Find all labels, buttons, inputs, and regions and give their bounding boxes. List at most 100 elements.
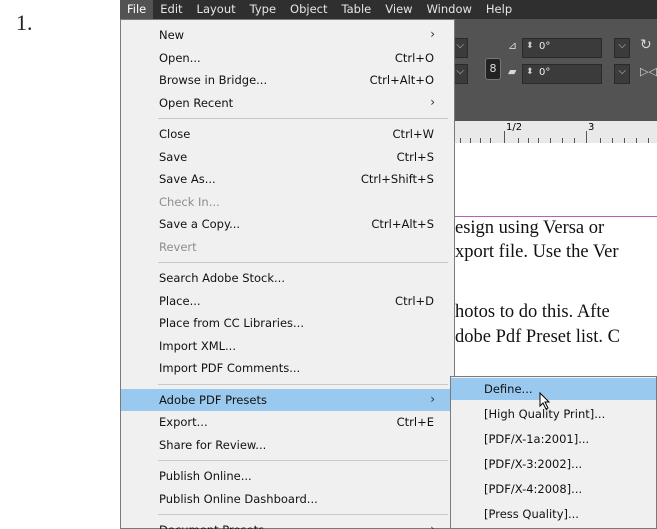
menu-item-open-recent[interactable]: Open Recent ›: [121, 92, 454, 114]
submenu-item-press-quality[interactable]: [Press Quality]...: [451, 503, 656, 525]
submenu-item-pdf-x-3-2002[interactable]: [PDF/X-3:2002]...: [451, 453, 656, 475]
menu-item-label: Export...: [159, 415, 208, 429]
chevron-down-icon: ⌵: [456, 40, 464, 51]
menu-separator: [158, 262, 448, 263]
menu-item-export[interactable]: Export... Ctrl+E: [121, 411, 454, 433]
menu-separator: [158, 118, 448, 119]
menubar-item-layout[interactable]: Layout: [190, 0, 243, 19]
menu-item-close[interactable]: Close Ctrl+W: [121, 123, 454, 145]
menubar-item-table[interactable]: Table: [335, 0, 379, 19]
menu-item-shortcut: Ctrl+E: [396, 415, 434, 429]
menubar-item-file[interactable]: File: [120, 0, 154, 19]
chevron-down-icon: ⌵: [456, 66, 464, 77]
submenu-item-pdf-x-1a-2001[interactable]: [PDF/X-1a:2001]...: [451, 428, 656, 450]
submenu-item-high-quality-print[interactable]: [High Quality Print]...: [451, 403, 656, 425]
menu-item-label: Revert: [159, 239, 197, 254]
horizontal-ruler: 1/2 3: [450, 121, 657, 144]
dropdown-control[interactable]: ⌵: [614, 38, 630, 58]
shear-angle-field[interactable]: ⬍ 0°: [522, 38, 602, 58]
menu-item-place[interactable]: Place... Ctrl+D: [121, 290, 454, 312]
menu-item-check-in: Check In...: [121, 191, 454, 213]
menu-item-label: Check In...: [159, 194, 220, 209]
document-text-line: hotos to do this. Afte: [455, 302, 610, 322]
file-menu: New › Open... Ctrl+O Browse in Bridge... Ctrl…: [120, 19, 455, 529]
menu-bar: File Edit Layout Type Object Table View Window H…: [120, 0, 657, 19]
submenu-item-define[interactable]: Define...: [451, 378, 656, 410]
submenu-item-label: Define...: [484, 382, 533, 396]
menu-item-save[interactable]: Save Ctrl+S: [121, 146, 454, 168]
chevron-down-icon: ⌵: [618, 40, 626, 51]
margin-guide: [450, 216, 657, 217]
menu-item-label: Share for Review...: [159, 437, 267, 452]
menu-item-label: New: [159, 28, 185, 42]
stepper-icon: ⬍: [526, 41, 534, 51]
ruler-label: 1/2: [506, 122, 523, 133]
submenu-arrow-icon: ›: [430, 522, 435, 529]
submenu-item-pdf-x-4-2008[interactable]: [PDF/X-4:2008]...: [451, 478, 656, 500]
submenu-item-label: [High Quality Print]...: [484, 407, 606, 421]
menubar-item-object[interactable]: Object: [283, 0, 334, 19]
menu-item-new[interactable]: New ›: [121, 24, 454, 46]
submenu-arrow-icon: ›: [430, 391, 435, 406]
ruler-label: 3: [588, 122, 595, 133]
rotation-angle-value: 0°: [539, 67, 551, 78]
menu-item-label: Open...: [159, 50, 201, 65]
flip-icon[interactable]: ▷◁: [640, 65, 657, 78]
rotate-icon[interactable]: ↻: [640, 37, 652, 53]
menu-item-label: Close: [159, 127, 191, 141]
menu-item-shortcut: Ctrl+Alt+O: [369, 73, 434, 87]
menu-item-shortcut: Ctrl+W: [392, 127, 434, 141]
menu-item-label: Publish Online Dashboard...: [159, 491, 318, 506]
menu-item-label: Save a Copy...: [159, 217, 241, 231]
menu-item-label: Save: [159, 149, 188, 164]
menu-item-label: Import PDF Comments...: [159, 361, 301, 375]
submenu-item-label: [PDF/X-3:2002]...: [484, 457, 583, 471]
menubar-item-window[interactable]: Window: [420, 0, 479, 19]
menu-item-label: Publish Online...: [159, 469, 252, 483]
menu-item-import-pdf-comments[interactable]: Import PDF Comments...: [121, 357, 454, 379]
menubar-item-help[interactable]: Help: [479, 0, 519, 19]
indesign-screenshot: File Edit Layout Type Object Table View Window H…: [120, 0, 657, 529]
menu-separator: [158, 460, 448, 461]
menu-item-document-presets[interactable]: Document Presets ›: [121, 519, 454, 529]
submenu-arrow-icon: ›: [430, 94, 435, 109]
menu-item-search-adobe-stock[interactable]: Search Adobe Stock...: [121, 267, 454, 289]
rotate-angle-icon: ▰: [508, 65, 517, 78]
rotation-angle-field[interactable]: ⬍ 0°: [522, 64, 602, 84]
menu-item-browse-in-bridge[interactable]: Browse in Bridge... Ctrl+Alt+O: [121, 69, 454, 91]
menubar-item-type[interactable]: Type: [243, 0, 283, 19]
menu-item-share-for-review[interactable]: Share for Review...: [121, 434, 454, 456]
menu-item-shortcut: Ctrl+O: [394, 50, 434, 65]
document-text-line: dobe Pdf Preset list. C: [455, 327, 620, 347]
menu-item-adobe-pdf-presets[interactable]: Adobe PDF Presets ›: [121, 388, 454, 411]
menu-item-publish-online-dashboard[interactable]: Publish Online Dashboard...: [121, 488, 454, 510]
submenu-item-label: [PDF/X-1a:2001]...: [484, 432, 590, 446]
menu-item-shortcut: Ctrl+S: [396, 149, 434, 164]
shear-angle-icon: ⊿: [508, 39, 518, 52]
menu-item-label: Document Presets: [159, 523, 264, 529]
menu-item-label: Place...: [159, 293, 201, 308]
menu-item-import-xml[interactable]: Import XML...: [121, 335, 454, 357]
menubar-item-view[interactable]: View: [378, 0, 419, 19]
chain-link-icon[interactable]: 8: [485, 58, 501, 80]
menu-item-label: Search Adobe Stock...: [159, 271, 285, 285]
submenu-item-label: [PDF/X-4:2008]...: [484, 482, 583, 496]
control-panel: ⌵ ⌵ ⊿ ▰ ⬍ 0° ⬍ 0° ⌵ ⌵ ↻ ▷◁: [450, 19, 657, 121]
submenu-item-label: [Press Quality]...: [484, 507, 579, 521]
menu-item-publish-online[interactable]: Publish Online...: [121, 465, 454, 487]
pdf-presets-submenu: Define... [High Quality Print]... [PDF/X-1…: [450, 376, 657, 529]
shear-angle-value: 0°: [539, 41, 551, 52]
menu-item-label: Save As...: [159, 172, 216, 186]
menu-item-save-a-copy[interactable]: Save a Copy... Ctrl+Alt+S: [121, 213, 454, 235]
menu-item-open[interactable]: Open... Ctrl+O: [121, 47, 454, 69]
chevron-down-icon: ⌵: [618, 66, 626, 77]
menu-item-shortcut: Ctrl+D: [395, 293, 434, 308]
menubar-item-edit[interactable]: Edit: [153, 0, 189, 19]
menu-item-shortcut: Ctrl+Shift+S: [360, 172, 434, 186]
menu-item-place-from-cc-libraries[interactable]: Place from CC Libraries...: [121, 312, 454, 334]
menu-item-save-as[interactable]: Save As... Ctrl+Shift+S: [121, 168, 454, 190]
dropdown-control[interactable]: ⌵: [614, 64, 630, 84]
menu-separator: [158, 383, 448, 385]
menu-separator: [158, 514, 448, 515]
step-number: 1.: [16, 10, 33, 35]
